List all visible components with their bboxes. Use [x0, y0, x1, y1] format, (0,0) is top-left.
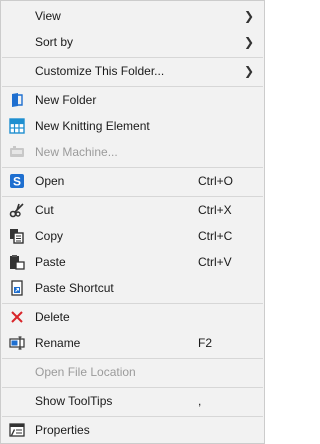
menu-item-label: View [35, 9, 61, 23]
chevron-right-icon: ❯ [244, 64, 255, 78]
menu-item-shortcut: , [198, 394, 202, 408]
menu-item-label: Properties [35, 423, 90, 437]
menu-item-copy[interactable]: Copy Ctrl+C [1, 224, 264, 249]
menu-item-shortcut: Ctrl+V [198, 255, 232, 269]
menu-item-label: Paste Shortcut [35, 281, 114, 295]
menu-item-shortcut: Ctrl+O [198, 174, 234, 188]
knitting-grid-icon [9, 118, 25, 134]
menu-item-view[interactable]: View ❯ [1, 4, 264, 29]
menu-item-label: Show ToolTips [35, 394, 113, 408]
menu-item-customize-folder[interactable]: Customize This Folder... ❯ [1, 59, 264, 84]
menu-item-label: Rename [35, 336, 81, 350]
svg-text:S: S [13, 175, 21, 189]
folder-icon [9, 92, 25, 108]
menu-item-new-machine: New Machine... [1, 140, 264, 165]
properties-icon [9, 422, 25, 438]
menu-item-label: New Knitting Element [35, 119, 150, 133]
scissors-icon [9, 202, 25, 218]
delete-x-icon [9, 309, 25, 325]
menu-item-paste[interactable]: Paste Ctrl+V [1, 250, 264, 275]
machine-icon [9, 144, 25, 160]
menu-separator [2, 86, 263, 87]
menu-separator [2, 167, 263, 168]
menu-item-label: New Machine... [35, 145, 118, 159]
menu-separator [2, 358, 263, 359]
menu-item-label: Cut [35, 203, 54, 217]
chevron-right-icon: ❯ [244, 9, 255, 23]
menu-item-label: Copy [35, 229, 64, 243]
menu-separator [2, 416, 263, 417]
menu-item-label: New Folder [35, 93, 97, 107]
menu-item-label: Paste [35, 255, 66, 269]
menu-item-show-tooltips[interactable]: Show ToolTips , [1, 389, 264, 414]
paste-icon [9, 254, 25, 270]
menu-item-new-folder[interactable]: New Folder [1, 88, 264, 113]
menu-item-cut[interactable]: Cut Ctrl+X [1, 198, 264, 223]
menu-item-shortcut: Ctrl+C [198, 229, 233, 243]
rename-icon [9, 335, 25, 351]
copy-icon [9, 228, 25, 244]
menu-item-open-file-location: Open File Location [1, 360, 264, 385]
menu-item-new-knitting-element[interactable]: New Knitting Element [1, 114, 264, 139]
menu-separator [2, 387, 263, 388]
menu-item-paste-shortcut[interactable]: Paste Shortcut [1, 276, 264, 301]
menu-separator [2, 303, 263, 304]
menu-separator [2, 196, 263, 197]
menu-item-properties[interactable]: Properties [1, 418, 264, 443]
open-app-icon: S [9, 173, 25, 189]
menu-item-label: Open [35, 174, 65, 188]
menu-item-shortcut: F2 [198, 336, 213, 350]
menu-item-sort-by[interactable]: Sort by ❯ [1, 30, 264, 55]
paste-shortcut-icon [9, 280, 25, 296]
menu-item-label: Customize This Folder... [35, 64, 165, 78]
menu-item-rename[interactable]: Rename F2 [1, 331, 264, 356]
menu-item-shortcut: Ctrl+X [198, 203, 232, 217]
menu-item-open[interactable]: S Open Ctrl+O [1, 169, 264, 194]
menu-item-label: Sort by [35, 35, 74, 49]
menu-separator [2, 57, 263, 58]
context-menu: View ❯ Sort by ❯ Customize This Folder..… [0, 0, 265, 444]
menu-item-delete[interactable]: Delete [1, 305, 264, 330]
menu-item-label: Open File Location [35, 365, 136, 379]
menu-item-label: Delete [35, 310, 70, 324]
chevron-right-icon: ❯ [244, 35, 255, 49]
